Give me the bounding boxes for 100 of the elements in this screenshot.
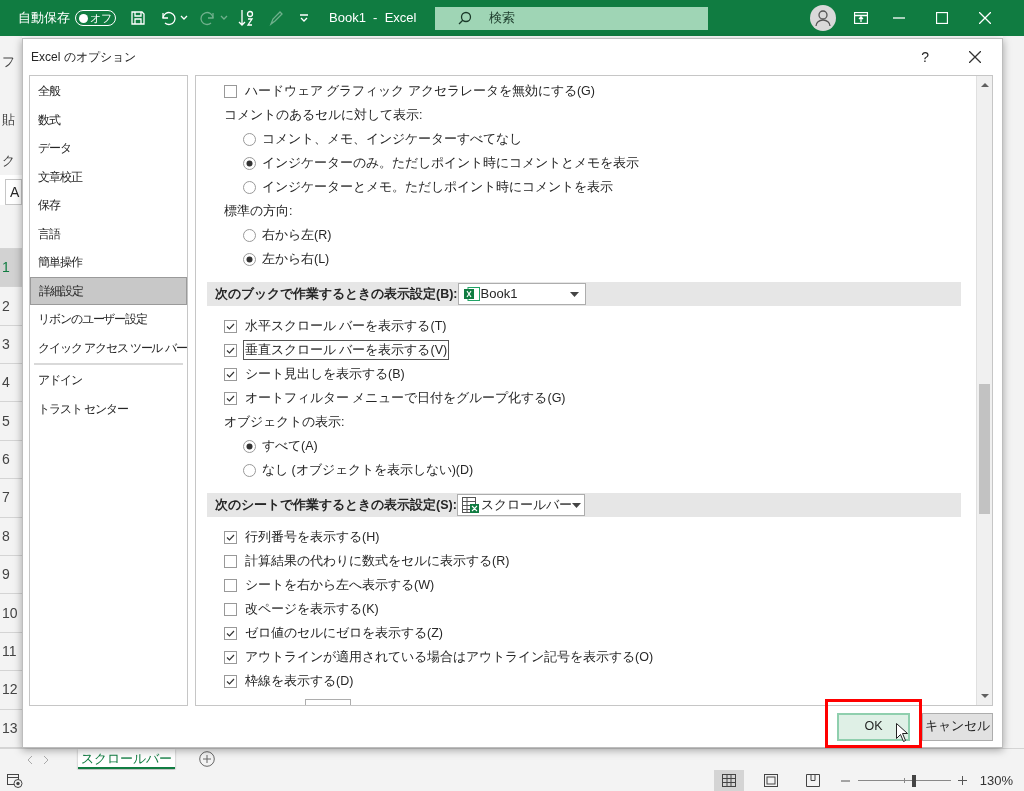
checked-checkbox[interactable] [224,626,237,640]
checkbox-label[interactable]: 計算結果の代わりに数式をセルに表示する(R) [243,550,512,572]
scrollbar-thumb[interactable] [979,384,990,514]
search-field[interactable]: 検索 [435,6,709,30]
add-sheet-icon[interactable] [199,751,215,767]
customize-icon[interactable] [299,14,309,22]
dialog-button[interactable]: OK [837,712,910,741]
row-header: 1 [0,248,22,288]
sort-icon[interactable] [238,9,254,27]
checkbox-label[interactable]: ハードウェア グラフィック アクセラレータを無効にする(G) [243,80,597,102]
sidebar-item[interactable]: 全般 [30,77,187,106]
radio-label[interactable]: コメント、メモ、インジケーターすべてなし [262,129,522,149]
radio-label[interactable]: すべて(A) [262,436,318,456]
spreadsheet-icon [463,287,480,301]
search-icon [457,10,474,26]
sheet-tab[interactable]: スクロールバー [78,749,175,769]
autosave-label: 自動保存 [18,9,70,28]
minimize-icon[interactable] [893,17,906,19]
selected-radio-button[interactable] [243,156,256,170]
sidebar-item[interactable]: 詳細設定 [30,276,187,305]
checkbox-label[interactable]: シート見出しを表示する(B) [243,363,407,385]
sidebar-item[interactable]: データ [30,134,187,163]
row-header: 7 [0,479,22,518]
radio-button[interactable] [243,132,256,146]
radio-label[interactable]: 右から左(R) [262,225,332,245]
checkbox-label[interactable]: 改ページを表示する(K) [243,598,381,620]
slider-thumb[interactable] [911,774,916,787]
sidebar-item[interactable]: 言語 [30,219,187,248]
checkbox[interactable] [224,84,237,98]
undo-icon[interactable] [159,10,177,26]
name-box[interactable]: A [5,179,22,206]
ribbon-display-icon[interactable] [854,12,869,24]
radio-label[interactable]: なし (オブジェクトを表示しない)(D) [262,460,474,480]
checkbox-label[interactable]: 水平スクロール バーを表示する(T) [243,315,449,337]
checked-checkbox[interactable] [224,319,237,333]
ribbon-fragment: 貼 [2,110,16,129]
checked-checkbox[interactable] [224,650,237,664]
document-title: Book1 - Excel [329,9,417,28]
page-icon [763,774,778,787]
checked-checkbox[interactable] [224,674,237,688]
section-title: 次のシートで作業するときの表示設定(S): [214,496,457,514]
sidebar-item[interactable]: アドイン [30,366,187,395]
sidebar-item[interactable]: トラスト センター [30,394,187,423]
checkbox[interactable] [224,578,237,592]
avatar-icon[interactable] [810,5,837,31]
checkbox-label[interactable]: 垂直スクロール バーを表示する(V) [243,339,450,361]
grid-icon [721,774,736,787]
checkbox-label[interactable]: ゼロ値のセルにゼロを表示する(Z) [243,622,445,644]
group-label: 標準の方向: [224,202,293,220]
sheet-icon [461,497,480,513]
save-icon[interactable] [130,10,146,26]
caret-icon [569,291,579,297]
checkbox-label[interactable]: シートを右から左へ表示する(W) [243,574,437,596]
checkbox-label[interactable]: オートフィルター メニューで日付をグループ化する(G) [243,387,568,409]
zoom-in-icon[interactable] [957,776,967,785]
radio-button[interactable] [243,228,256,242]
checked-checkbox[interactable] [224,391,237,405]
checkbox[interactable] [224,554,237,568]
checked-checkbox[interactable] [224,367,237,381]
dropdown[interactable]: Book1 [457,283,586,305]
radio-button[interactable] [243,180,256,194]
radio-label[interactable]: インジケーターとメモ。ただしポイント時にコメントを表示 [262,177,613,197]
sidebar-item[interactable]: クイック アクセス ツール バー [30,333,187,362]
caret-icon [220,15,228,21]
close-icon[interactable] [969,51,981,63]
checked-checkbox[interactable] [224,530,237,544]
help-button[interactable]: ? [917,46,933,68]
maximize-icon[interactable] [936,12,949,24]
radio-button[interactable] [243,463,256,477]
dialog-button[interactable]: キャンセル [922,712,993,741]
sidebar-item[interactable]: 数式 [30,105,187,134]
row-header: 2 [0,287,22,326]
scrollbar[interactable] [976,76,992,705]
selected-radio-button[interactable] [243,439,256,453]
caret-icon[interactable] [180,15,188,21]
checkbox[interactable] [224,602,237,616]
view-button[interactable] [713,770,744,791]
radio-label[interactable]: インジケーターのみ。ただしポイント時にコメントとメモを表示 [262,153,639,173]
row-header: 10 [0,594,22,633]
row-header: 11 [0,632,22,672]
checkbox-label[interactable]: 行列番号を表示する(H) [243,526,382,548]
checkbox-label[interactable]: 枠線を表示する(D) [243,670,356,692]
dropdown[interactable]: スクロールバー [456,494,585,516]
checkbox-label[interactable]: アウトラインが適用されている場合はアウトライン記号を表示する(O) [243,646,656,668]
sidebar-item[interactable]: リボンのユーザー設定 [30,305,187,334]
zoom-level[interactable]: 130% [979,770,1013,791]
row-header: 13 [0,709,22,748]
selected-radio-button[interactable] [243,252,256,266]
page-break-icon [805,774,820,787]
radio-label[interactable]: 左から右(L) [262,249,330,269]
row-header: 6 [0,440,22,480]
sidebar-item[interactable]: 文章校正 [30,162,187,191]
zoom-slider[interactable] [857,774,951,787]
row-header: 5 [0,402,22,441]
checked-checkbox[interactable] [224,343,237,357]
sidebar-item[interactable]: 簡単操作 [30,248,187,277]
macro-record-icon[interactable] [7,773,23,788]
sidebar-item[interactable]: 保存 [30,191,187,220]
mouse-pointer-icon [896,723,908,742]
group-label: オブジェクトの表示: [224,413,345,431]
